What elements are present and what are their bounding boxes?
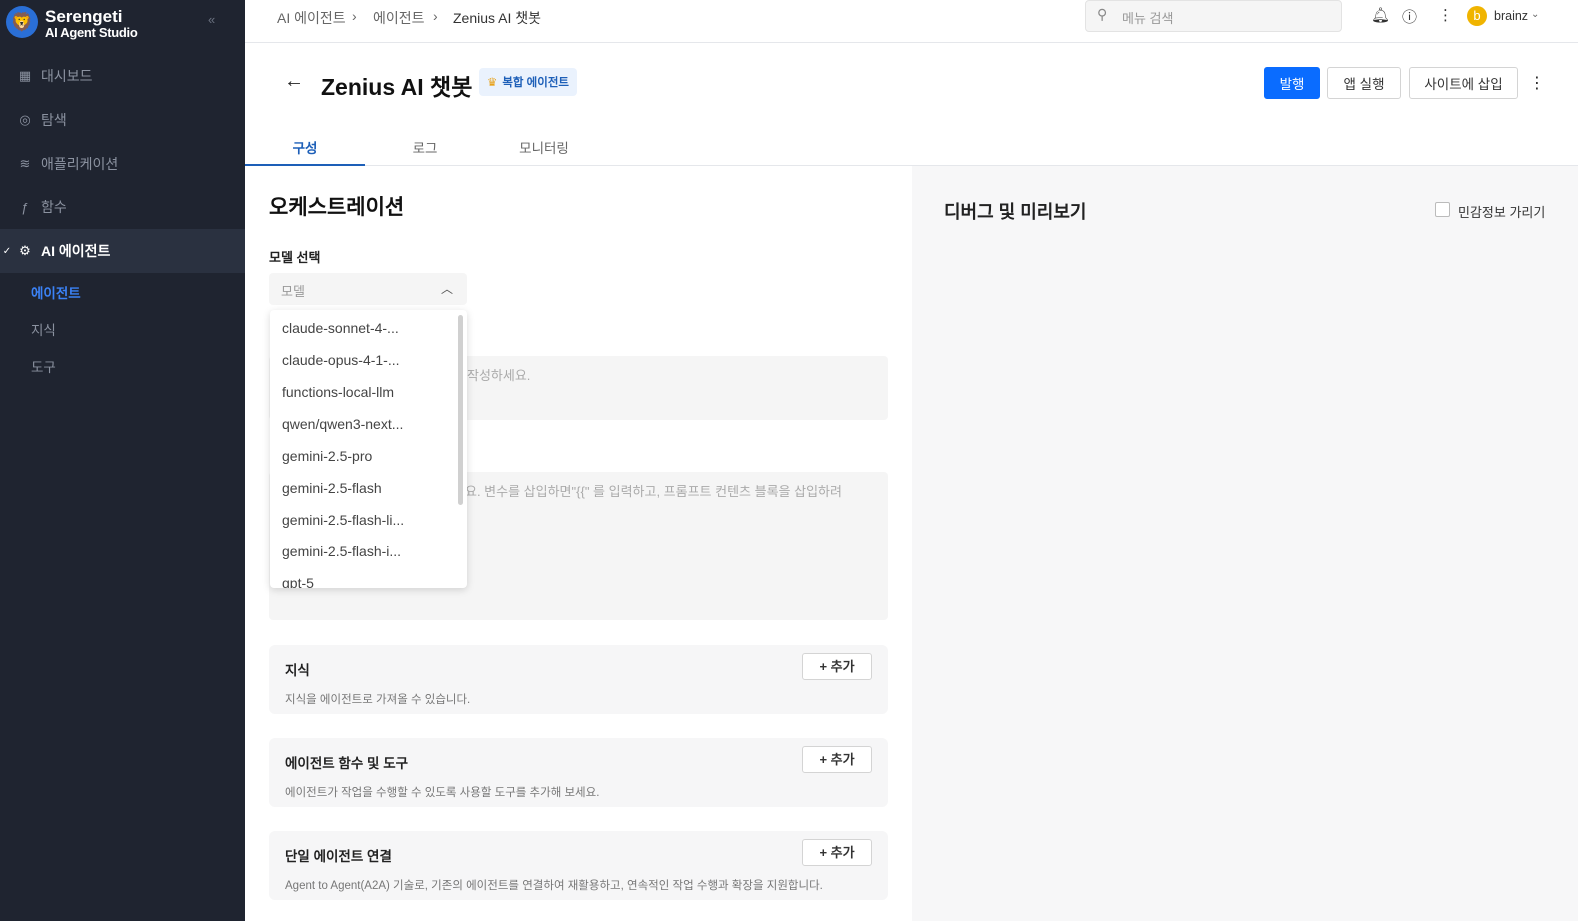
sidebar-item-dashboard[interactable]: ▦ 대시보드 xyxy=(0,54,245,98)
model-option[interactable]: gemini-2.5-flash xyxy=(282,480,382,496)
model-dropdown: claude-sonnet-4-... claude-opus-4-1-... … xyxy=(270,310,467,588)
sidebar-item-label: 애플리케이션 xyxy=(41,156,119,172)
card-description: Agent to Agent(A2A) 기술로, 기존의 에이전트를 연결하여 … xyxy=(285,880,823,892)
collapse-sidebar-icon[interactable]: « xyxy=(208,12,215,27)
breadcrumb-current: Zenius AI 챗봇 xyxy=(453,10,542,26)
single-agent-link-card: 단일 에이전트 연결 Agent to Agent(A2A) 기술로, 기존의 에… xyxy=(269,831,888,900)
sidebar-item-functions[interactable]: ƒ 함수 xyxy=(0,185,245,229)
model-option[interactable]: gemini-2.5-pro xyxy=(282,448,372,464)
model-select[interactable]: 모델 ︿ xyxy=(269,273,467,305)
sidebar-subitem-knowledge[interactable]: 지식 xyxy=(31,319,56,339)
user-name[interactable]: brainz xyxy=(1494,9,1528,23)
model-option[interactable]: functions-local-llm xyxy=(282,384,394,400)
embed-site-button[interactable]: 사이트에 삽입 xyxy=(1409,67,1518,99)
help-icon[interactable]: ⓘ xyxy=(1402,6,1417,27)
page-title: Zenius AI 챗봇 xyxy=(321,74,473,100)
publish-button[interactable]: 발행 xyxy=(1264,67,1320,99)
chevron-up-icon: ︿ xyxy=(441,282,454,296)
sidebar-item-label: AI 에이전트 xyxy=(41,243,111,259)
card-title: 에이전트 함수 및 도구 xyxy=(285,756,409,771)
badge-label: 복합 에이전트 xyxy=(502,77,569,89)
sidebar-item-ai-agent[interactable]: ✓ ⚙ AI 에이전트 xyxy=(0,229,245,273)
sidebar-item-explore[interactable]: ◎ 탐색 xyxy=(0,98,245,142)
model-option[interactable]: gemini-2.5-flash-i... xyxy=(282,543,401,559)
sidebar-item-label: 함수 xyxy=(41,199,67,215)
robot-icon: ⚙ xyxy=(19,243,31,258)
add-agent-button[interactable]: + 추가 xyxy=(802,839,872,866)
textarea-placeholder: 요. 변수를 삽입하면"{{" 를 입력하고, 프롬프트 컨텐츠 블록을 삽입하… xyxy=(465,484,842,499)
sidebar-subitem-agent[interactable]: 에이전트 xyxy=(31,282,81,302)
model-select-placeholder: 모델 xyxy=(281,284,305,299)
menu-search-input[interactable]: ⚲ 메뉴 검색 xyxy=(1085,0,1342,32)
model-option[interactable]: gemini-2.5-flash-li... xyxy=(282,512,404,528)
knowledge-card: 지식지식을 에이전트로 가져올 수 있습니다. + 추가 xyxy=(269,645,888,714)
mask-sensitive-label: 민감정보 가리기 xyxy=(1458,205,1546,220)
run-app-button[interactable]: 앱 실행 xyxy=(1327,67,1401,99)
model-option[interactable]: qwen/qwen3-next... xyxy=(282,416,403,432)
logo-icon: 🦁 xyxy=(6,6,38,38)
functions-tools-card: 에이전트 함수 및 도구에이전트가 작업을 수행할 수 있도록 사용할 도구를 … xyxy=(269,738,888,807)
breadcrumb-separator-icon: › xyxy=(433,8,438,24)
card-description: 에이전트가 작업을 수행할 수 있도록 사용할 도구를 추가해 보세요. xyxy=(285,787,600,799)
dropdown-scrollbar[interactable] xyxy=(458,315,463,505)
chevron-down-icon: ✓ xyxy=(2,245,12,257)
breadcrumb-agent[interactable]: 에이전트 xyxy=(373,8,425,28)
sidebar: 🦁 Serengeti AI Agent Studio « ▦ 대시보드 ◎ 탐색 … xyxy=(0,0,245,921)
add-tool-button[interactable]: + 추가 xyxy=(802,746,872,773)
model-select-label: 모델 선택 xyxy=(269,250,321,265)
breadcrumb-ai-agent[interactable]: AI 에이전트 xyxy=(277,8,346,28)
search-placeholder: 메뉴 검색 xyxy=(1122,11,1174,26)
breadcrumb-separator-icon: › xyxy=(352,8,357,24)
more-menu-icon[interactable]: ⋮ xyxy=(1438,6,1453,24)
sidebar-subitem-tools[interactable]: 도구 xyxy=(31,356,56,376)
model-option[interactable]: gpt-5 xyxy=(282,575,314,588)
model-option[interactable]: claude-opus-4-1-... xyxy=(282,352,400,368)
add-knowledge-button[interactable]: + 추가 xyxy=(802,653,872,680)
search-icon: ⚲ xyxy=(1097,6,1108,22)
sidebar-item-label: 대시보드 xyxy=(41,68,93,84)
card-description: 지식을 에이전트로 가져올 수 있습니다. xyxy=(285,694,471,706)
card-title: 단일 에이전트 연결 xyxy=(285,849,392,864)
sidebar-item-applications[interactable]: ≋ 애플리케이션 xyxy=(0,142,245,186)
textarea-placeholder: 작성하세요. xyxy=(467,368,531,383)
back-arrow-icon[interactable]: ← xyxy=(284,70,304,93)
model-option[interactable]: claude-sonnet-4-... xyxy=(282,320,399,336)
card-title: 지식 xyxy=(285,663,310,678)
orchestration-heading: 오케스트레이션 xyxy=(269,196,405,219)
bell-icon[interactable]: 🔔︎ xyxy=(1371,6,1390,24)
avatar[interactable]: b xyxy=(1467,6,1487,26)
chevron-down-icon[interactable]: ⌄ xyxy=(1531,9,1539,20)
layers-icon: ≋ xyxy=(19,156,31,171)
sidebar-item-label: 탐색 xyxy=(41,112,67,128)
mask-sensitive-checkbox[interactable] xyxy=(1435,202,1450,217)
tab-config[interactable]: 구성 xyxy=(245,130,365,166)
more-options-icon[interactable]: ⋮ xyxy=(1529,73,1545,93)
preview-title: 디버그 및 미리보기 xyxy=(944,202,1087,222)
function-icon: ƒ xyxy=(21,199,29,215)
tab-logs[interactable]: 로그 xyxy=(365,130,485,166)
debug-preview-panel xyxy=(912,166,1578,921)
tab-monitoring[interactable]: 모니터링 xyxy=(484,130,604,166)
crown-icon: ♛ xyxy=(487,77,498,89)
brand-subtitle: AI Agent Studio xyxy=(45,25,138,40)
brand-name: Serengeti xyxy=(45,7,123,26)
composite-agent-badge: ♛ 복합 에이전트 xyxy=(479,68,577,96)
globe-icon: ◎ xyxy=(19,112,31,127)
grid-icon: ▦ xyxy=(18,68,32,83)
